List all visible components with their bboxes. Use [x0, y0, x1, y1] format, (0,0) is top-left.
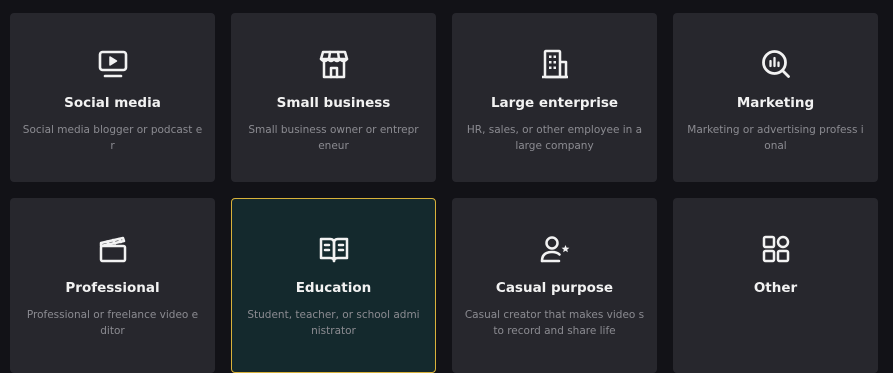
card-title: Education — [295, 280, 372, 296]
card-casual-purpose[interactable]: Casual purpose Casual creator that makes… — [452, 198, 657, 373]
card-large-enterprise[interactable]: Large enterprise HR, sales, or other emp… — [452, 13, 657, 182]
office-building-icon — [537, 46, 573, 82]
card-title: Other — [753, 280, 798, 296]
card-description: Small business owner or entrepr eneur — [248, 124, 419, 152]
user-star-icon — [537, 231, 573, 267]
card-title: Social media — [64, 95, 161, 111]
clapperboard-icon — [95, 231, 131, 267]
card-education[interactable]: Education Student, teacher, or school ad… — [231, 198, 436, 373]
card-other[interactable]: Other — [673, 198, 878, 373]
card-description: Casual creator that makes video s to rec… — [464, 309, 645, 337]
storefront-icon — [316, 46, 352, 82]
grid-apps-icon — [758, 231, 794, 267]
card-description: HR, sales, or other employee in a large … — [466, 124, 643, 152]
card-small-business[interactable]: Small business Small business owner or e… — [231, 13, 436, 182]
card-title: Small business — [276, 95, 391, 111]
card-marketing[interactable]: Marketing Marketing or advertising profe… — [673, 13, 878, 182]
open-book-icon — [316, 231, 352, 267]
analytics-search-icon — [758, 46, 794, 82]
monitor-play-icon — [95, 46, 131, 82]
purpose-card-grid: Social media Social media blogger or pod… — [10, 13, 879, 373]
card-description: Social media blogger or podcast er — [22, 124, 203, 152]
card-description: Professional or freelance video e ditor — [26, 309, 199, 337]
card-description: Marketing or advertising profess ional — [687, 124, 864, 152]
card-title: Professional — [65, 280, 160, 296]
card-title: Large enterprise — [490, 95, 619, 111]
card-title: Marketing — [736, 95, 815, 111]
card-social-media[interactable]: Social media Social media blogger or pod… — [10, 13, 215, 182]
card-professional[interactable]: Professional Professional or freelance v… — [10, 198, 215, 373]
card-title: Casual purpose — [495, 280, 614, 296]
card-description: Student, teacher, or school admi nistrat… — [247, 309, 420, 337]
